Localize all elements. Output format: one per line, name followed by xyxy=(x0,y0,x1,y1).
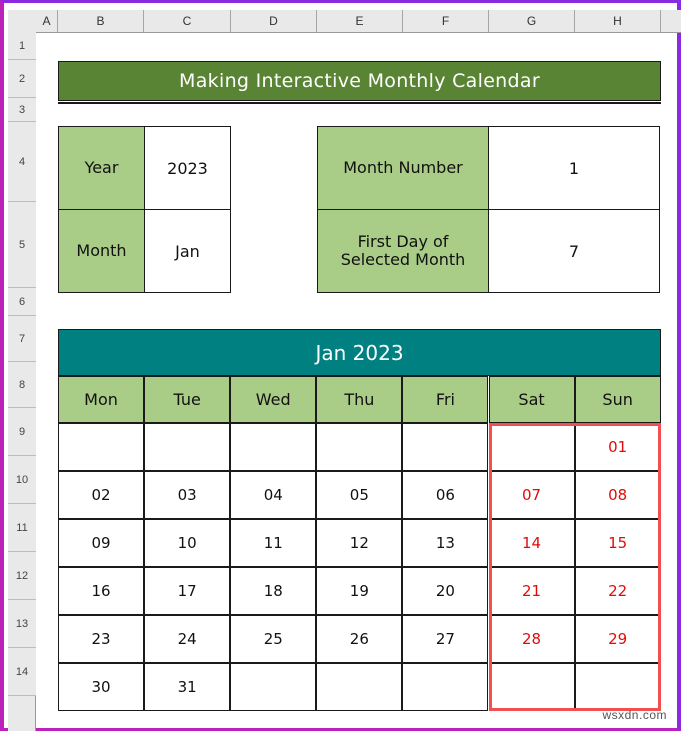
calendar-day-cell[interactable]: 22 xyxy=(574,567,661,615)
sheet-cells: Making Interactive Monthly Calendar Year… xyxy=(37,33,681,731)
month-number-value-cell[interactable]: 1 xyxy=(488,126,660,210)
calendar-day-name-sun: Sun xyxy=(574,376,661,423)
column-header-h[interactable]: H xyxy=(575,10,661,32)
calendar-day-name-mon: Mon xyxy=(58,376,145,423)
calendar-day-cell[interactable] xyxy=(574,663,661,711)
calendar-heading-text: Jan 2023 xyxy=(315,340,404,365)
column-header-g[interactable]: G xyxy=(489,10,575,32)
column-header-e[interactable]: E xyxy=(317,10,403,32)
row-header-14[interactable]: 14 xyxy=(8,648,36,696)
row-header-10[interactable]: 10 xyxy=(8,456,36,504)
calendar-day-cell[interactable]: 15 xyxy=(574,519,661,567)
calendar-day-cell[interactable]: 27 xyxy=(402,615,489,663)
row-header-2[interactable]: 2 xyxy=(8,60,36,98)
calendar-day-name-fri: Fri xyxy=(402,376,489,423)
calendar-day-cell[interactable]: 02 xyxy=(58,471,145,519)
column-header-c[interactable]: C xyxy=(144,10,231,32)
calendar-day-cell[interactable] xyxy=(488,663,575,711)
calendar-day-name-tue: Tue xyxy=(144,376,231,423)
row-header-12[interactable]: 12 xyxy=(8,552,36,600)
calendar-day-cell[interactable]: 10 xyxy=(144,519,231,567)
calendar-day-cell[interactable]: 23 xyxy=(58,615,145,663)
calendar-day-cell[interactable]: 05 xyxy=(316,471,403,519)
row-header-bar: 1 2 3 4 5 6 7 8 9 10 11 12 13 14 xyxy=(8,32,36,731)
calendar-day-cell[interactable]: 31 xyxy=(144,663,231,711)
first-day-value-cell[interactable]: 7 xyxy=(488,209,660,293)
calendar-day-cell[interactable]: 11 xyxy=(230,519,317,567)
calendar-day-cell[interactable] xyxy=(316,663,403,711)
row-header-13[interactable]: 13 xyxy=(8,600,36,648)
calendar-day-cell[interactable]: 12 xyxy=(316,519,403,567)
title-banner[interactable]: Making Interactive Monthly Calendar xyxy=(58,61,661,101)
calendar-day-cell[interactable]: 30 xyxy=(58,663,145,711)
watermark: wsxdn.com xyxy=(602,708,667,722)
month-number-value-text: 1 xyxy=(568,158,580,178)
row-header-7[interactable]: 7 xyxy=(8,316,36,362)
calendar-day-name-wed: Wed xyxy=(230,376,317,423)
calendar-day-cell[interactable]: 19 xyxy=(316,567,403,615)
calendar-day-cell[interactable]: 26 xyxy=(316,615,403,663)
row-header-9[interactable]: 9 xyxy=(8,408,36,456)
year-value-text: 2023 xyxy=(167,158,208,178)
calendar-day-cell[interactable]: 20 xyxy=(402,567,489,615)
calendar-day-cell[interactable]: 04 xyxy=(230,471,317,519)
calendar-day-cell[interactable]: 29 xyxy=(574,615,661,663)
calendar-day-cell[interactable] xyxy=(402,663,489,711)
year-label-cell[interactable]: Year xyxy=(58,126,145,210)
row-header-8[interactable]: 8 xyxy=(8,362,36,408)
calendar-day-cell[interactable]: 17 xyxy=(144,567,231,615)
row-header-6[interactable]: 6 xyxy=(8,288,36,316)
calendar-day-cell[interactable] xyxy=(58,423,145,471)
calendar-day-cell[interactable]: 28 xyxy=(488,615,575,663)
row-header-4[interactable]: 4 xyxy=(8,122,36,202)
first-day-value-text: 7 xyxy=(568,241,580,261)
calendar-day-cell[interactable]: 21 xyxy=(488,567,575,615)
calendar-day-cell[interactable] xyxy=(144,423,231,471)
title-banner-text: Making Interactive Monthly Calendar xyxy=(179,70,540,92)
calendar-day-cell[interactable] xyxy=(230,663,317,711)
column-header-a[interactable]: A xyxy=(36,10,58,32)
calendar-day-name-sat: Sat xyxy=(488,376,575,423)
calendar-day-cell[interactable] xyxy=(402,423,489,471)
column-header-f[interactable]: F xyxy=(403,10,489,32)
title-banner-shadow xyxy=(58,102,661,104)
year-value-cell[interactable]: 2023 xyxy=(144,126,231,210)
calendar-day-cell[interactable]: 03 xyxy=(144,471,231,519)
month-number-label-cell[interactable]: Month Number xyxy=(317,126,489,210)
calendar-day-cell[interactable]: 25 xyxy=(230,615,317,663)
calendar-day-cell[interactable]: 24 xyxy=(144,615,231,663)
calendar-day-cell[interactable]: 07 xyxy=(488,471,575,519)
calendar-day-cell[interactable]: 06 xyxy=(402,471,489,519)
spreadsheet-window: ABCDEFGH 1 2 3 4 5 6 7 8 9 10 11 12 13 14 Making Inte… xyxy=(0,0,681,731)
year-label-text: Year xyxy=(84,157,119,177)
column-header-bar: ABCDEFGH xyxy=(8,10,681,33)
row-header-11[interactable]: 11 xyxy=(8,504,36,552)
month-value-cell[interactable]: Jan xyxy=(144,209,231,293)
calendar-day-cell[interactable] xyxy=(488,423,575,471)
calendar-day-cell[interactable]: 08 xyxy=(574,471,661,519)
month-value-text: Jan xyxy=(175,241,200,261)
row-header-3[interactable]: 3 xyxy=(8,98,36,122)
calendar-day-cell[interactable]: 16 xyxy=(58,567,145,615)
calendar-day-cell[interactable] xyxy=(316,423,403,471)
column-header-d[interactable]: D xyxy=(231,10,317,32)
calendar-day-cell[interactable]: 14 xyxy=(488,519,575,567)
calendar-heading: Jan 2023 xyxy=(58,329,661,376)
month-label-text: Month xyxy=(76,240,127,260)
calendar-day-cell[interactable] xyxy=(230,423,317,471)
column-header-b[interactable]: B xyxy=(58,10,144,32)
month-number-label-text: Month Number xyxy=(343,157,463,177)
first-day-label-cell[interactable]: First Day of Selected Month xyxy=(317,209,489,293)
calendar-day-cell[interactable]: 01 xyxy=(574,423,661,471)
calendar-day-cell[interactable]: 13 xyxy=(402,519,489,567)
calendar-day-cell[interactable]: 18 xyxy=(230,567,317,615)
row-header-1[interactable]: 1 xyxy=(8,32,36,60)
month-label-cell[interactable]: Month xyxy=(58,209,145,293)
row-header-5[interactable]: 5 xyxy=(8,202,36,288)
calendar-day-name-thu: Thu xyxy=(316,376,403,423)
calendar-day-cell[interactable]: 09 xyxy=(58,519,145,567)
first-day-label-text: First Day of Selected Month xyxy=(340,231,466,269)
